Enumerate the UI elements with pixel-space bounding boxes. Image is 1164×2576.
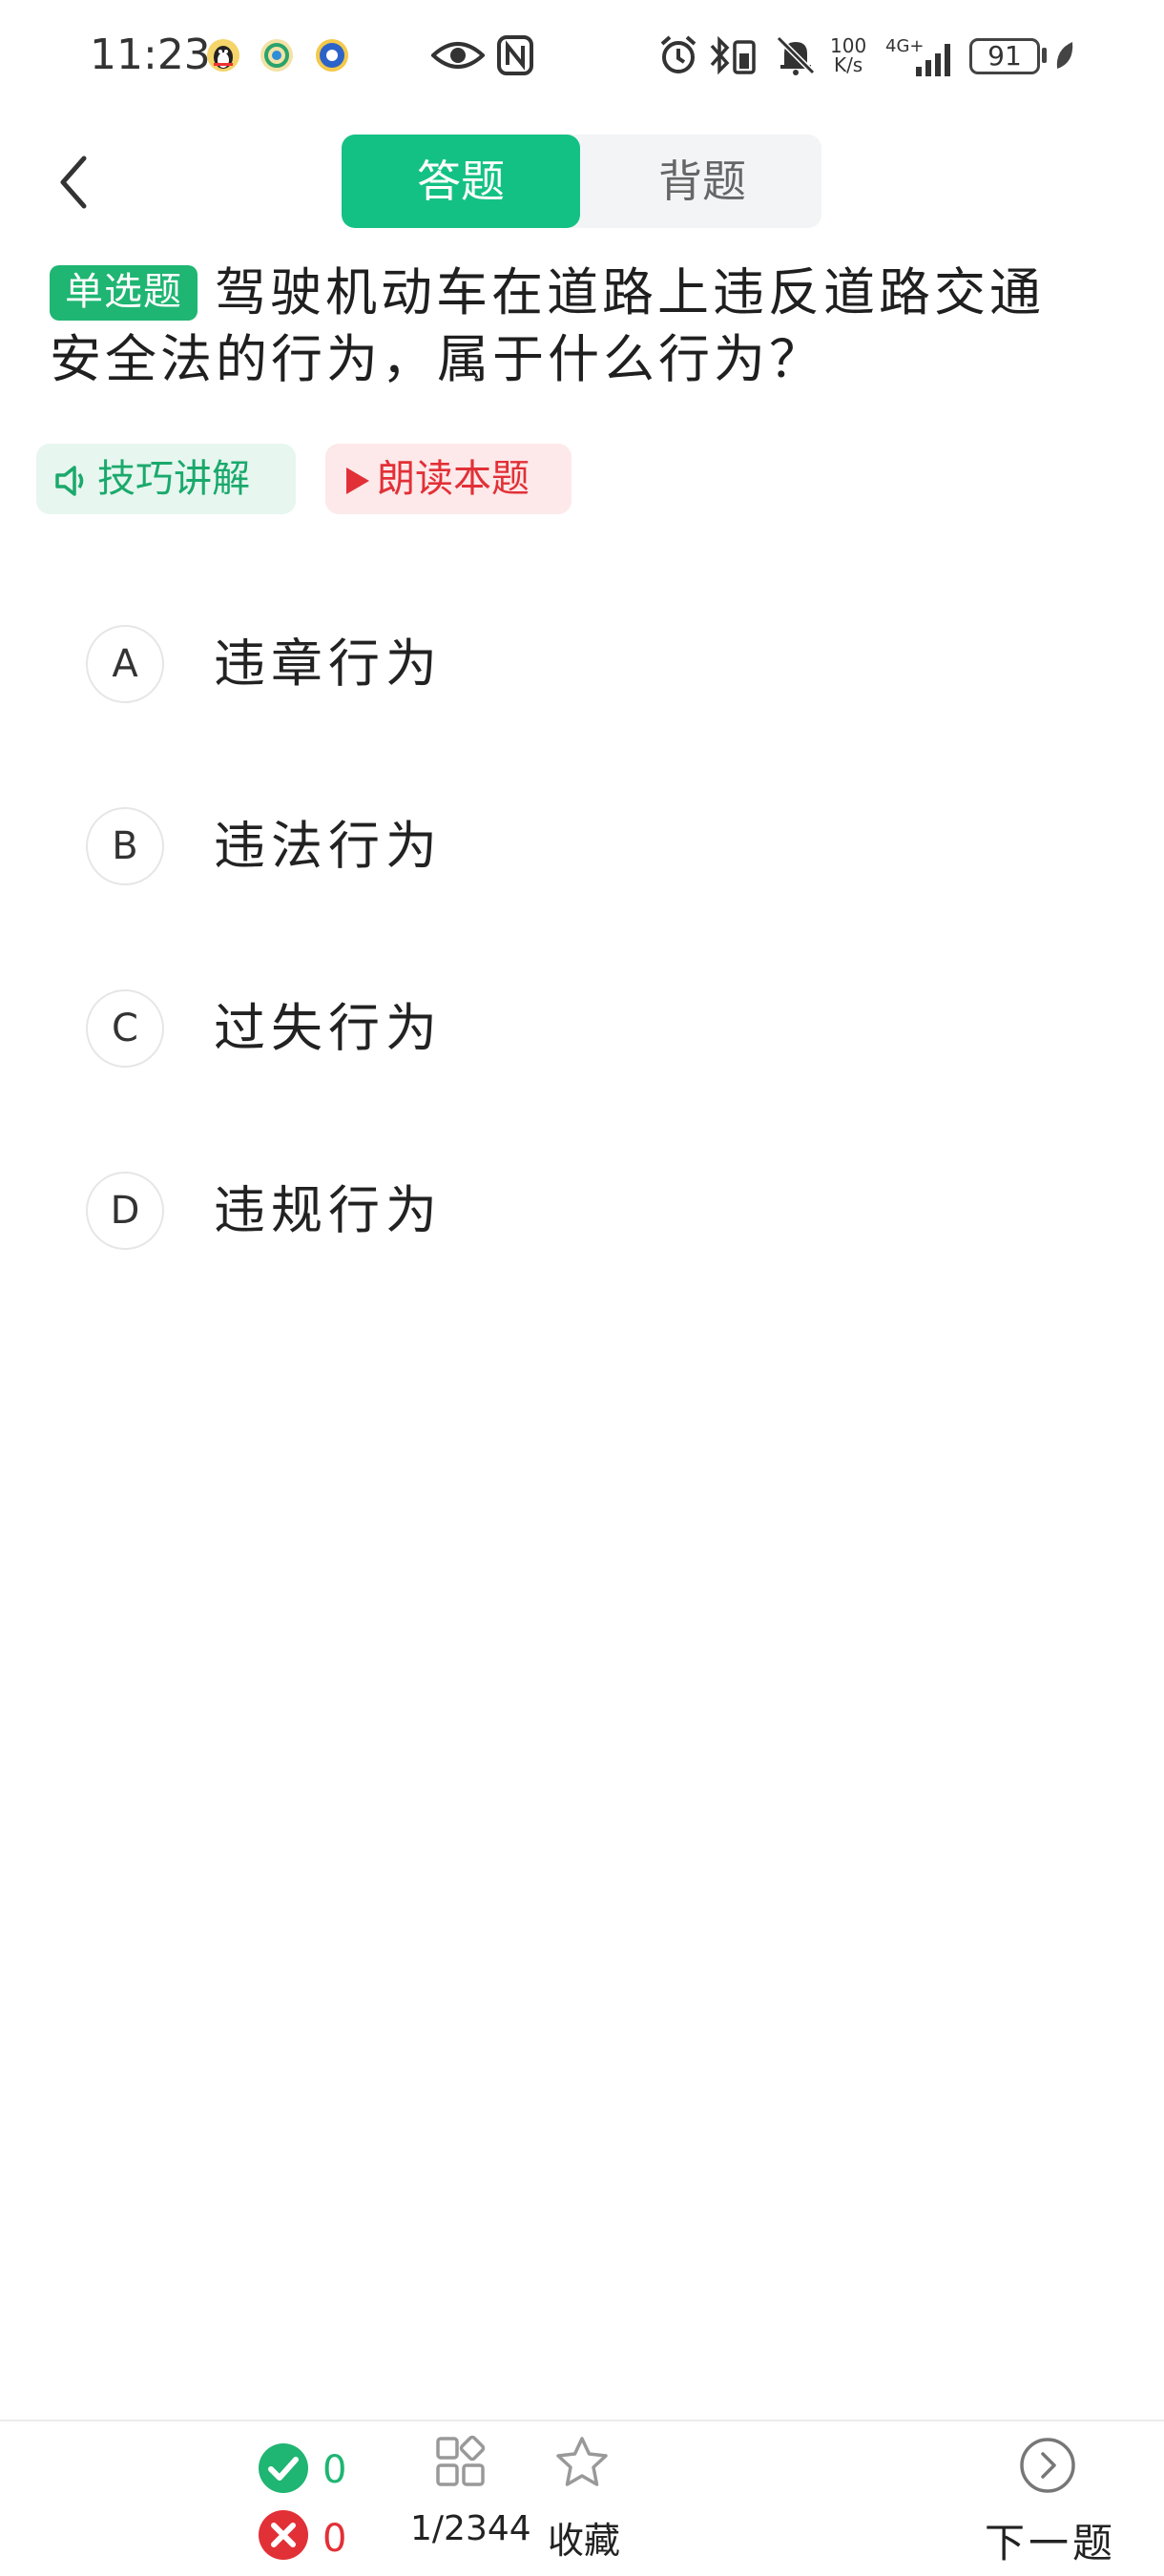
option-a[interactable]: A 违章行为 xyxy=(86,620,1040,706)
signal-icon xyxy=(916,44,950,76)
alarm-icon xyxy=(660,35,696,73)
next-question-label: 下一题 xyxy=(985,2520,1117,2566)
tips-explanation-button[interactable]: 技巧讲解 xyxy=(36,444,296,514)
battery-indicator: 91 xyxy=(969,38,1040,74)
option-c[interactable]: C 过失行为 xyxy=(86,985,1040,1070)
option-text: 违规行为 xyxy=(214,1180,443,1240)
swirl-app-icon xyxy=(260,39,293,72)
option-text: 过失行为 xyxy=(214,998,443,1058)
correct-check-icon xyxy=(259,2443,308,2493)
option-letter: C xyxy=(86,989,164,1068)
eye-icon xyxy=(431,42,485,69)
option-letter: B xyxy=(86,807,164,885)
leaf-icon xyxy=(1056,42,1073,69)
option-d[interactable]: D 违规行为 xyxy=(86,1167,1040,1253)
battery-tip xyxy=(1042,48,1047,63)
nfc-icon xyxy=(497,35,533,75)
question-text: 驾驶机动车在道路上违反道路交通安全法的行为，属于什么行为？ xyxy=(50,262,1045,389)
read-question-button[interactable]: 朗读本题 xyxy=(325,444,572,514)
speaker-icon xyxy=(55,466,84,496)
question-type-badge: 单选题 xyxy=(50,265,197,321)
wrong-cross-icon xyxy=(259,2510,308,2560)
option-letter: D xyxy=(86,1172,164,1250)
correct-count: 0 xyxy=(322,2448,347,2492)
option-text: 违法行为 xyxy=(214,816,443,876)
wrong-count: 0 xyxy=(322,2517,347,2561)
badge-app-icon xyxy=(316,39,348,72)
penguin-app-icon xyxy=(207,39,239,72)
play-icon xyxy=(346,467,369,494)
bluetooth-battery-icon xyxy=(710,35,756,75)
net-speed-unit: K/s xyxy=(833,53,863,76)
grid-icon xyxy=(436,2435,486,2486)
status-time: 11:23 xyxy=(90,31,211,79)
progress-counter: 1/2344 xyxy=(410,2509,531,2548)
mute-bell-icon xyxy=(776,35,816,75)
favorite-label: 收藏 xyxy=(548,2520,621,2562)
star-icon xyxy=(556,2437,608,2486)
question: 单选题 驾驶机动车在道路上违反道路交通安全法的行为，属于什么行为？ xyxy=(50,260,1099,393)
read-question-label: 朗读本题 xyxy=(377,457,530,501)
back-button[interactable] xyxy=(52,151,99,214)
tab-answer[interactable]: 答题 xyxy=(342,135,580,228)
net-speed-value: 100 xyxy=(830,34,867,57)
mode-tabs: 答题 背题 xyxy=(342,135,821,228)
next-arrow-icon xyxy=(1020,2438,1075,2493)
bottom-bar: 0 0 1/2344 收藏 下一题 xyxy=(0,2420,1164,2576)
status-bar: 11:23 100 K/s 4G+ 91 xyxy=(0,0,1164,114)
option-text: 违章行为 xyxy=(214,634,443,694)
tips-explanation-label: 技巧讲解 xyxy=(97,457,250,501)
option-letter: A xyxy=(86,625,164,703)
net-speed: 100 K/s xyxy=(830,36,866,74)
tab-memorize[interactable]: 背题 xyxy=(583,135,821,228)
option-b[interactable]: B 违法行为 xyxy=(86,802,1040,888)
